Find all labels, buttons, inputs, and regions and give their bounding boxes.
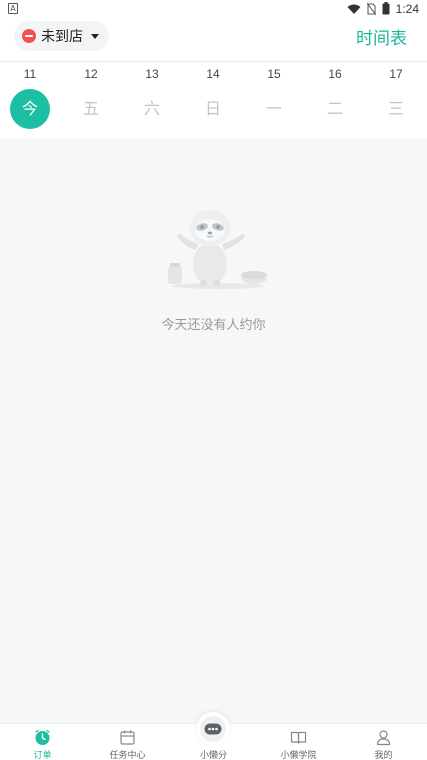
order-list-area[interactable]: 今天还没有人约你 bbox=[0, 138, 427, 723]
tab-label: 任务中心 bbox=[109, 751, 146, 760]
date-number: 17 bbox=[389, 67, 403, 81]
date-number: 13 bbox=[145, 67, 159, 81]
store-status-dropdown[interactable]: 未到店 bbox=[14, 21, 109, 51]
tab-label: 我的 bbox=[374, 751, 393, 760]
date-item-17[interactable]: 17 三 bbox=[366, 62, 426, 138]
book-icon bbox=[290, 729, 307, 746]
status-icons: 1:24 bbox=[347, 0, 419, 18]
schedule-button[interactable]: 时间表 bbox=[356, 24, 407, 49]
notification-a-icon: A bbox=[8, 3, 18, 14]
minus-circle-icon bbox=[22, 29, 36, 43]
date-item-13[interactable]: 13 六 bbox=[122, 62, 182, 138]
calendar-icon bbox=[119, 729, 136, 746]
user-icon bbox=[375, 729, 392, 746]
weekday-label: 日 bbox=[204, 99, 221, 118]
bottom-tab-bar: 订单 任务中心 小懒分 小懒学院 我的 bbox=[0, 712, 427, 760]
date-number: 12 bbox=[84, 67, 98, 81]
date-number: 16 bbox=[328, 67, 342, 81]
status-bar: A 1:24 bbox=[0, 0, 427, 18]
date-number: 14 bbox=[206, 67, 220, 81]
weekday-label: 五 bbox=[82, 99, 99, 118]
tab-mine[interactable]: 我的 bbox=[341, 724, 426, 760]
weekday-label: 六 bbox=[143, 99, 160, 118]
tab-xiaolan-academy[interactable]: 小懒学院 bbox=[256, 724, 341, 760]
date-number: 11 bbox=[23, 67, 37, 81]
store-status-label: 未到店 bbox=[41, 29, 83, 45]
date-item-14[interactable]: 14 日 bbox=[183, 62, 243, 138]
tab-label: 小懒分 bbox=[199, 751, 227, 760]
empty-state-message: 今天还没有人约你 bbox=[161, 318, 266, 333]
date-item-15[interactable]: 15 一 bbox=[244, 62, 304, 138]
tab-label: 小懒学院 bbox=[280, 751, 317, 760]
tab-label: 订单 bbox=[33, 751, 52, 760]
header: 未到店 时间表 bbox=[0, 18, 427, 62]
weekday-label: 一 bbox=[265, 99, 282, 118]
weekday-label: 今 bbox=[10, 89, 50, 129]
battery-icon bbox=[382, 0, 390, 19]
date-item-12[interactable]: 12 五 bbox=[61, 62, 121, 138]
sloth-mascot-illustration bbox=[166, 206, 270, 290]
wifi-icon bbox=[347, 0, 361, 19]
clock-time: 1:24 bbox=[395, 2, 419, 16]
tab-orders[interactable]: 订单 bbox=[0, 724, 85, 760]
clock-icon bbox=[34, 729, 51, 746]
caret-down-icon bbox=[91, 33, 99, 39]
date-item-11[interactable]: 11 今 bbox=[0, 62, 60, 138]
date-number: 15 bbox=[267, 67, 281, 81]
no-sim-icon bbox=[366, 0, 377, 19]
chat-bubble-icon[interactable] bbox=[196, 712, 230, 746]
date-strip: 11 今 12 五 13 六 14 日 15 一 16 二 17 三 bbox=[0, 62, 427, 138]
date-item-16[interactable]: 16 二 bbox=[305, 62, 365, 138]
weekday-label: 三 bbox=[387, 99, 404, 118]
weekday-label: 二 bbox=[326, 99, 343, 118]
tab-task-center[interactable]: 任务中心 bbox=[85, 724, 170, 760]
